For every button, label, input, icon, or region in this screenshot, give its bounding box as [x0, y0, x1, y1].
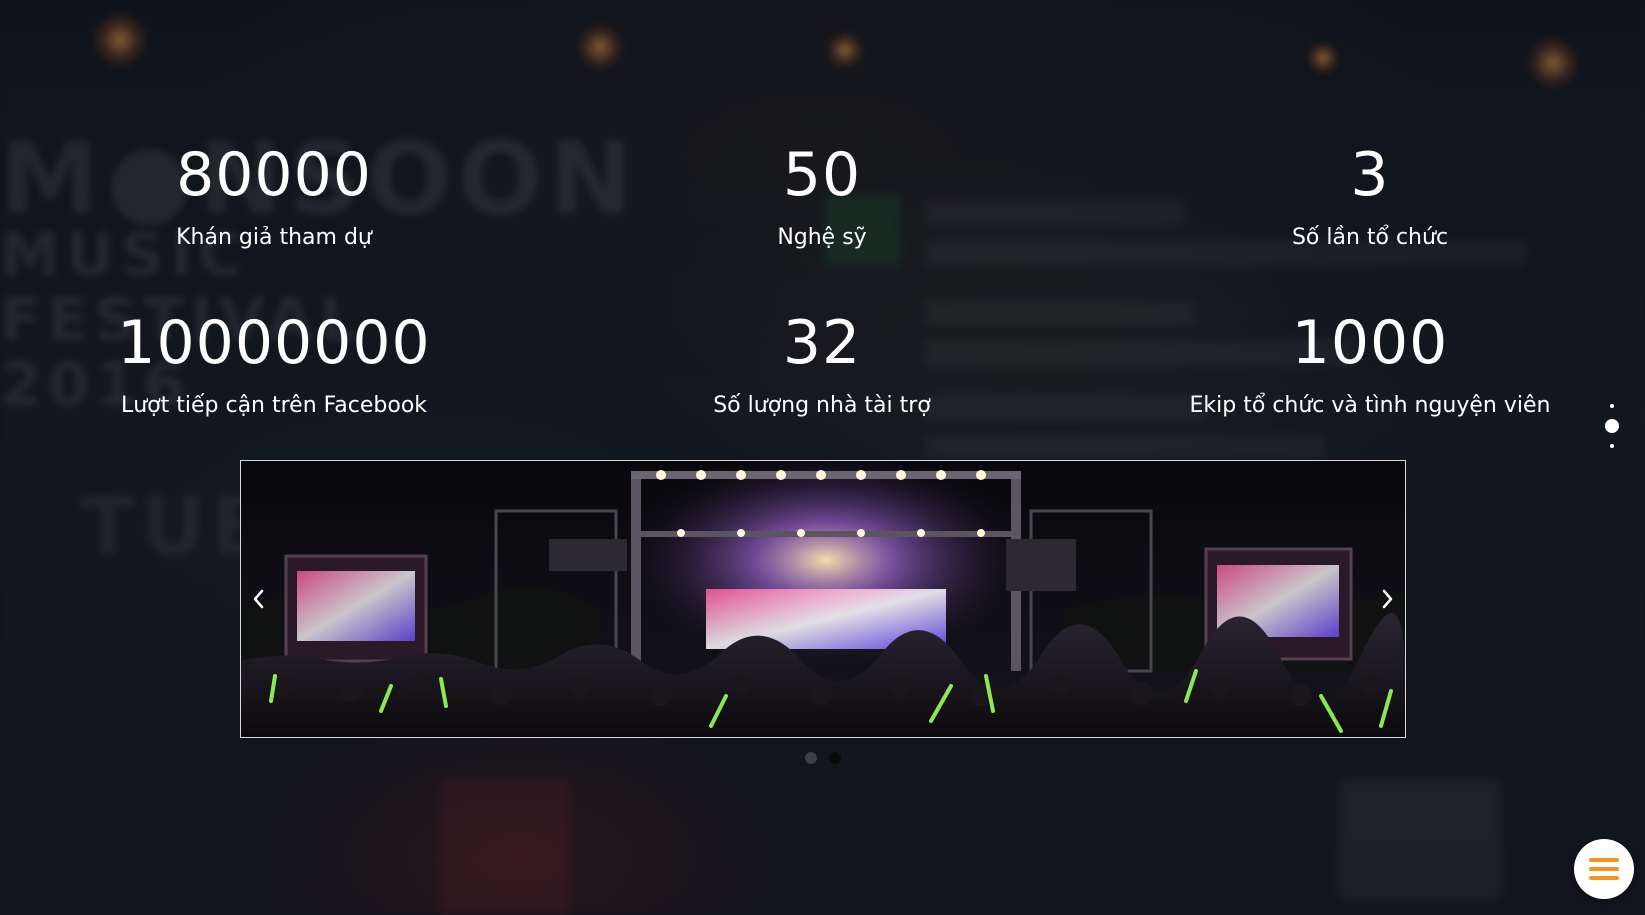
page: M●NSOON MUSIC FESTIVAL 2016 TUB 80000 Kh… [0, 0, 1645, 915]
stat-facebook-reach: 10000000 Lượt tiếp cận trên Facebook [14, 308, 534, 420]
stat-label: Số lượng nhà tài trợ [713, 393, 931, 418]
stat-artists: 50 Nghệ sỹ [562, 140, 1082, 252]
section-nav-dot-1[interactable] [1610, 404, 1614, 408]
chevron-right-icon [1382, 589, 1393, 609]
stat-value: 3 [1350, 140, 1390, 210]
stat-label: Ekip tổ chức và tình nguyện viên [1189, 393, 1551, 418]
stat-label: Lượt tiếp cận trên Facebook [120, 393, 428, 418]
section-nav [1604, 404, 1620, 448]
stat-value: 10000000 [117, 308, 431, 378]
section-nav-dot-3[interactable] [1610, 444, 1614, 448]
carousel-next-button[interactable] [1373, 581, 1403, 617]
stat-audience: 80000 Khán giả tham dự [14, 140, 534, 252]
menu-button[interactable] [1574, 839, 1634, 899]
carousel-pagination [0, 752, 1645, 764]
stat-editions: 3 Số lần tổ chức [1110, 140, 1630, 252]
stat-label: Khán giả tham dự [176, 225, 372, 250]
stat-value: 80000 [176, 140, 372, 210]
carousel-dot-2[interactable] [828, 752, 841, 764]
stat-value: 32 [782, 308, 862, 378]
chevron-left-icon [253, 589, 264, 609]
section-nav-dot-2[interactable] [1605, 419, 1619, 433]
stat-crew-volunteers: 1000 Ekip tổ chức và tình nguyện viên [1110, 308, 1630, 420]
stat-label: Số lần tổ chức [1291, 225, 1449, 250]
stat-value: 50 [782, 140, 862, 210]
photo-carousel[interactable] [240, 460, 1406, 738]
stat-label: Nghệ sỹ [777, 225, 867, 250]
carousel-dot-1[interactable] [804, 752, 817, 764]
carousel-prev-button[interactable] [243, 581, 273, 617]
stat-value: 1000 [1291, 308, 1449, 378]
background-dim-overlay [0, 0, 1645, 915]
stat-sponsors: 32 Số lượng nhà tài trợ [562, 308, 1082, 420]
hamburger-menu-icon [1589, 858, 1619, 880]
concert-stage-photo [241, 461, 1405, 737]
